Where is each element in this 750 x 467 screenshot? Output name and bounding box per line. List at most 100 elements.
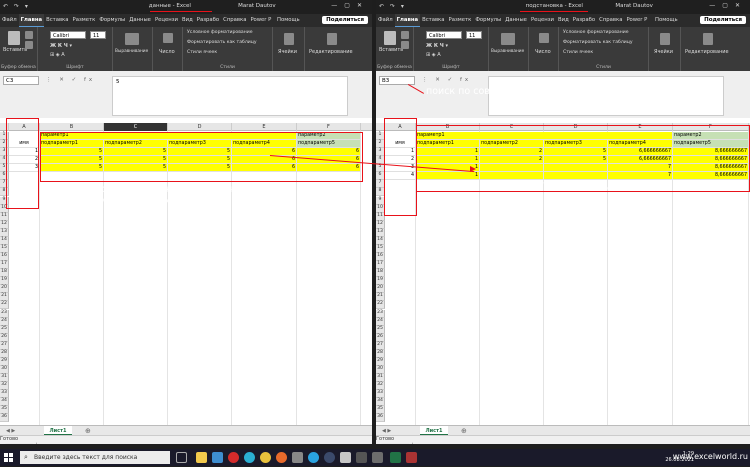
right-tab-7[interactable]: Рецензи (529, 14, 556, 27)
left-paste-label[interactable]: Вставить (3, 47, 27, 53)
right-conditional-formatting-button[interactable]: Условное форматирование (563, 30, 629, 35)
left-font-color-buttons[interactable]: ⊞ ◈ A (50, 52, 65, 58)
right-tab-8[interactable]: Вид (556, 14, 571, 27)
left-row-16[interactable]: 16 (0, 253, 9, 262)
app-icon-4[interactable] (372, 452, 383, 463)
left-row-29[interactable]: 29 (0, 357, 9, 366)
right-format-as-table-button[interactable]: Форматировать как таблицу (563, 40, 633, 45)
left-share-button[interactable]: Поделиться (322, 16, 368, 24)
left-formula-input[interactable]: 5 (112, 76, 348, 116)
right-formula-icons[interactable]: ⋮ ✕ ✓ fx (422, 77, 471, 83)
mail-icon[interactable] (212, 452, 223, 463)
left-number-icon[interactable] (163, 33, 173, 43)
right-number-icon[interactable] (539, 33, 549, 43)
left-cells-icon[interactable] (284, 33, 294, 45)
left-row-13[interactable]: 13 (0, 228, 9, 237)
left-cell-styles-button[interactable]: Стили ячеек (187, 50, 217, 55)
left-number-label[interactable]: Число (159, 49, 175, 55)
left-row-22[interactable]: 22 (0, 301, 9, 310)
left-format-as-table-button[interactable]: Форматировать как таблицу (187, 40, 257, 45)
right-tab-6[interactable]: Данные (503, 14, 529, 27)
left-editing-icon[interactable] (327, 33, 337, 45)
right-tab-3[interactable]: Вставка (420, 14, 446, 27)
edge-icon[interactable] (244, 452, 255, 463)
left-tab-1[interactable]: Файл (0, 14, 19, 27)
left-editing-label[interactable]: Редактирование (309, 49, 353, 55)
right-window-controls[interactable]: —▢✕ (709, 2, 747, 9)
left-col-E[interactable]: E (232, 123, 297, 131)
firefox-icon[interactable] (276, 452, 287, 463)
left-row-31[interactable]: 31 (0, 374, 9, 383)
left-sheet-nav-arrows[interactable]: ◀ ▶ (6, 428, 15, 434)
opera-icon[interactable] (228, 452, 239, 463)
taskbar-search-input[interactable]: ⌕ Введите здесь текст для поиска (20, 451, 170, 464)
right-font-color-buttons[interactable]: ⊞ ◈ A (426, 52, 441, 58)
right-add-sheet-icon[interactable]: ⊕ (461, 427, 467, 435)
app-icon-3[interactable] (356, 452, 367, 463)
left-col-F[interactable]: F (297, 123, 361, 131)
right-row-27[interactable]: 27 (376, 341, 385, 350)
left-tab-2[interactable]: Главна (18, 14, 45, 27)
left-window-controls[interactable]: —▢✕ (331, 2, 369, 9)
left-row-25[interactable]: 25 (0, 325, 9, 334)
right-font-size-select[interactable]: 11 (466, 31, 482, 39)
left-row-12[interactable]: 12 (0, 220, 9, 229)
left-row-26[interactable]: 26 (0, 333, 9, 342)
right-sheet-nav-arrows[interactable]: ◀ ▶ (382, 428, 391, 434)
left-row-17[interactable]: 17 (0, 261, 9, 270)
right-cut-icon[interactable] (401, 31, 409, 39)
right-editing-label[interactable]: Редактирование (685, 49, 729, 55)
left-add-sheet-icon[interactable]: ⊕ (85, 427, 91, 435)
left-cells-label[interactable]: Ячейки (278, 49, 297, 55)
left-row-15[interactable]: 15 (0, 244, 9, 253)
right-name-box[interactable]: B3 (379, 76, 415, 85)
right-row-17[interactable]: 17 (376, 261, 385, 270)
left-alignment-icon[interactable] (125, 33, 139, 45)
left-help-label[interactable]: Помощь (277, 17, 300, 23)
left-paste-icon[interactable] (8, 31, 20, 45)
right-tab-5[interactable]: Формулы (473, 14, 503, 27)
steam-icon[interactable] (324, 452, 335, 463)
right-alignment-icon[interactable] (501, 33, 515, 45)
right-paste-icon[interactable] (384, 31, 396, 45)
right-row-13[interactable]: 13 (376, 228, 385, 237)
right-row-26[interactable]: 26 (376, 333, 385, 342)
right-row-18[interactable]: 18 (376, 269, 385, 278)
left-bold-button[interactable]: Ж К Ч ▾ (50, 43, 72, 49)
windows-start-icon[interactable] (4, 453, 13, 462)
left-row-23[interactable]: 23 (0, 309, 9, 318)
right-paste-label[interactable]: Вставить (379, 47, 403, 53)
right-cells-icon[interactable] (660, 33, 670, 45)
excel-icon[interactable] (390, 452, 401, 463)
left-tab-4[interactable]: Разметк (71, 14, 98, 27)
left-tab-3[interactable]: Вставка (44, 14, 70, 27)
right-tab-11[interactable]: Power P (624, 14, 649, 27)
left-font-size-select[interactable]: 11 (90, 31, 106, 39)
chrome-icon[interactable] (260, 452, 271, 463)
right-number-label[interactable]: Число (535, 49, 551, 55)
right-row-14[interactable]: 14 (376, 236, 385, 245)
right-row-16[interactable]: 16 (376, 253, 385, 262)
right-tab-4[interactable]: Разметк (447, 14, 474, 27)
left-quick-access-toolbar[interactable]: ↶ ↷ ▾ (3, 3, 30, 10)
left-row-30[interactable]: 30 (0, 366, 9, 375)
file-explorer-icon[interactable] (196, 452, 207, 463)
left-row-32[interactable]: 32 (0, 382, 9, 391)
left-row-36[interactable]: 36 (0, 414, 9, 423)
left-tab-10[interactable]: Справка (221, 14, 248, 27)
left-row-11[interactable]: 11 (0, 212, 9, 221)
right-share-button[interactable]: Поделиться (700, 16, 746, 24)
right-row-30[interactable]: 30 (376, 366, 385, 375)
left-tab-9[interactable]: Разрабо (195, 14, 221, 27)
right-tab-10[interactable]: Справка (597, 14, 624, 27)
left-tab-5[interactable]: Формулы (97, 14, 127, 27)
left-row-28[interactable]: 28 (0, 349, 9, 358)
left-formula-icons[interactable]: ⋮ ✕ ✓ fx (46, 77, 95, 83)
right-cells-label[interactable]: Ячейки (654, 49, 673, 55)
left-col-C[interactable]: C (104, 123, 168, 131)
left-row-18[interactable]: 18 (0, 269, 9, 278)
left-cut-icon[interactable] (25, 31, 33, 39)
left-conditional-formatting-button[interactable]: Условное форматирование (187, 30, 253, 35)
app-icon[interactable] (292, 452, 303, 463)
right-font-name-select[interactable]: Calibri (426, 31, 462, 39)
